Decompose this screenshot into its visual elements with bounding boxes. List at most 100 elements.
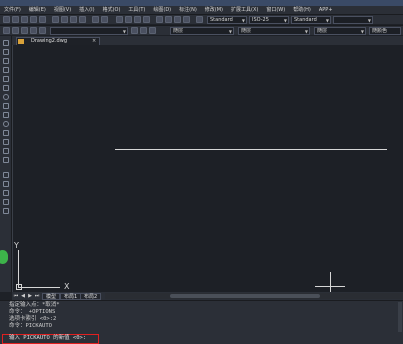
arc-icon[interactable] [3,85,9,91]
layer-state-icon[interactable] [12,27,19,34]
multileader-style-select[interactable]: ▼ [333,16,373,24]
menu-dimension[interactable]: 标注(N) [175,6,201,14]
menu-window[interactable]: 窗口(W) [262,6,289,14]
gradient-icon[interactable] [3,181,9,187]
insert-block-icon[interactable] [3,139,9,145]
drawn-line[interactable] [115,149,387,150]
ellipse-icon[interactable] [3,121,9,127]
crosshair-cursor-vertical [330,272,331,294]
region-icon[interactable] [3,190,9,196]
chevron-down-icon: ▼ [304,29,308,34]
menu-help[interactable]: 帮助(H) [289,6,315,14]
paste-icon[interactable] [70,16,77,23]
sun-icon[interactable] [30,27,37,34]
chevron-down-icon: ▼ [360,29,364,34]
document-tab-label: Drawing2.dwg [31,38,67,44]
save-icon[interactable] [21,16,28,23]
circle-icon[interactable] [3,94,9,100]
menu-insert[interactable]: 插入(I) [75,6,98,14]
new-file-icon[interactable] [3,16,10,23]
polygon-icon[interactable] [3,67,9,73]
multiline-text-icon[interactable] [3,208,9,214]
tab-layout2[interactable]: 布局2 [80,293,102,300]
polyline-icon[interactable] [3,58,9,64]
lightbulb-icon[interactable] [21,27,28,34]
cut-icon[interactable] [52,16,59,23]
table-icon[interactable] [3,199,9,205]
layer-properties-toolbar: ▼ 随层 ▼ 随层 ▼ 随层 ▼ 随颜色 [0,25,403,35]
layer-match-icon[interactable] [149,27,156,34]
layer-previous-icon[interactable] [140,27,147,34]
print-icon[interactable] [30,16,37,23]
linetype-select[interactable]: 随层 ▼ [238,27,310,35]
chevron-down-icon: ▼ [228,29,232,34]
match-properties-icon[interactable] [79,16,86,23]
menu-file[interactable]: 文件(F) [0,6,25,14]
menu-tools[interactable]: 工具(T) [124,6,149,14]
chevron-down-icon: ▼ [325,18,329,23]
undo-icon[interactable] [92,16,99,23]
hatch-icon[interactable] [3,172,9,178]
menu-view[interactable]: 视图(V) [50,6,75,14]
preview-icon[interactable] [39,16,46,23]
zoom-previous-icon[interactable] [143,16,150,23]
command-window-grip[interactable] [0,302,6,332]
plot-style-select[interactable]: 随颜色 [369,27,401,35]
color-select[interactable]: 随层 ▼ [170,27,234,35]
point-icon[interactable] [3,157,9,163]
menu-extension-tools[interactable]: 扩展工具(X) [227,6,262,14]
layer-select[interactable]: ▼ [50,27,128,35]
command-prompt[interactable]: 输入 PICKAUTO 的新值 <0>: [9,335,86,342]
text-style-select[interactable]: Standard ▼ [207,16,247,24]
tab-model[interactable]: 模型 [42,293,61,300]
menu-bar: 文件(F) 编辑(E) 视图(V) 插入(I) 格式(O) 工具(T) 绘图(D… [0,6,403,14]
pan-icon[interactable] [116,16,123,23]
line-tool-icon[interactable] [3,40,9,46]
lock-icon[interactable] [39,27,46,34]
tab-layout1[interactable]: 布局1 [60,293,82,300]
lineweight-select[interactable]: 随层 ▼ [314,27,366,35]
help-icon[interactable] [196,16,203,23]
tool-palette-icon[interactable] [174,16,181,23]
ucs-y-axis [18,250,19,287]
design-center-icon[interactable] [165,16,172,23]
chevron-down-icon: ▼ [283,18,287,23]
zoom-window-icon[interactable] [134,16,141,23]
chevron-down-icon: ▼ [122,29,126,34]
prev-layout-icon[interactable]: ◀ [20,293,26,299]
chevron-down-icon: ▼ [367,18,371,23]
drawing-canvas[interactable] [12,45,403,292]
command-scrollbar[interactable] [398,302,402,332]
close-icon[interactable]: × [92,37,96,45]
properties-icon[interactable] [156,16,163,23]
menu-edit[interactable]: 编辑(E) [25,6,50,14]
layer-manager-icon[interactable] [3,27,10,34]
redo-icon[interactable] [101,16,108,23]
make-current-layer-icon[interactable] [131,27,138,34]
chevron-down-icon: ▼ [241,18,245,23]
zoom-realtime-icon[interactable] [125,16,132,23]
scrollbar-thumb[interactable] [170,294,320,298]
menu-draw[interactable]: 绘图(D) [149,6,175,14]
ellipse-arc-icon[interactable] [3,130,9,136]
next-layout-icon[interactable]: ▶ [27,293,33,299]
first-layout-icon[interactable]: ⏮ [13,293,19,299]
make-block-icon[interactable] [3,148,9,154]
menu-modify[interactable]: 修改(M) [201,6,227,14]
open-file-icon[interactable] [12,16,19,23]
document-tab[interactable]: Drawing2.dwg [16,37,100,45]
rectangle-icon[interactable] [3,76,9,82]
spline-icon[interactable] [3,112,9,118]
calculator-icon[interactable] [183,16,190,23]
dim-style-select[interactable]: ISO-25 ▼ [249,16,289,24]
last-layout-icon[interactable]: ⏭ [34,293,40,299]
construction-line-icon[interactable] [3,49,9,55]
ucs-x-axis [18,287,60,288]
command-history-line: 选项卡索引 <0>:2 [9,316,57,322]
copy-icon[interactable] [61,16,68,23]
revision-cloud-icon[interactable] [3,103,9,109]
menu-app-plus[interactable]: APP+ [315,6,337,14]
side-panel-toggle[interactable] [0,250,8,264]
menu-format[interactable]: 格式(O) [99,6,125,14]
table-style-select[interactable]: Standard ▼ [291,16,331,24]
